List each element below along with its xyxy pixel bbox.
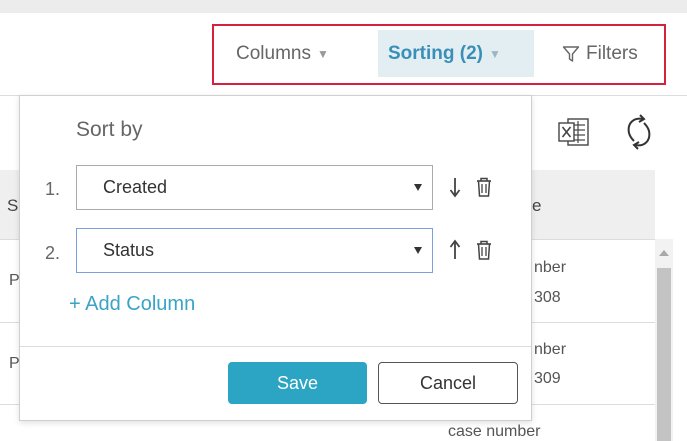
add-column-link[interactable]: + Add Column xyxy=(69,293,195,316)
table-cell: nber xyxy=(534,259,567,276)
column-header[interactable]: S xyxy=(7,196,18,216)
sort-rule-index: 1. xyxy=(45,179,61,199)
sort-descending-icon[interactable] xyxy=(448,176,462,203)
chevron-down-icon xyxy=(414,184,422,191)
scroll-up-arrow-icon[interactable] xyxy=(659,250,669,256)
filters-button[interactable]: Filters xyxy=(562,30,638,77)
sort-field-value: Created xyxy=(103,177,168,197)
table-cell: 309 xyxy=(534,370,561,387)
panel-divider xyxy=(20,346,531,347)
table-cell: 308 xyxy=(534,289,561,306)
sorting-label: Sorting (2) xyxy=(388,42,483,64)
caret-down-icon: ▼ xyxy=(489,46,501,61)
sort-panel: Sort by 1. Created 2. Status + Add Colum… xyxy=(19,95,532,421)
column-header[interactable]: e xyxy=(532,196,541,216)
filters-label: Filters xyxy=(586,42,638,64)
caret-down-icon: ▼ xyxy=(316,46,329,61)
trash-icon[interactable] xyxy=(475,239,493,266)
scrollbar-thumb[interactable] xyxy=(657,268,671,441)
sorting-button[interactable]: Sorting (2) ▼ xyxy=(378,30,534,77)
top-strip xyxy=(0,0,687,13)
refresh-icon[interactable] xyxy=(622,113,656,156)
columns-label: Columns xyxy=(236,42,311,64)
trash-icon[interactable] xyxy=(475,176,493,203)
columns-button[interactable]: Columns ▼ xyxy=(236,30,329,77)
cancel-button[interactable]: Cancel xyxy=(378,362,518,404)
sort-rule-index: 2. xyxy=(45,243,61,263)
save-button[interactable]: Save xyxy=(228,362,367,404)
funnel-icon xyxy=(562,45,580,63)
sort-ascending-icon[interactable] xyxy=(448,239,462,266)
sort-field-select[interactable]: Created xyxy=(76,165,433,210)
table-cell: case number xyxy=(448,423,541,440)
sort-field-select[interactable]: Status xyxy=(76,228,433,273)
table-cell: nber xyxy=(534,341,567,358)
sort-field-value: Status xyxy=(103,240,155,260)
chevron-down-icon xyxy=(414,247,422,254)
sort-panel-title: Sort by xyxy=(76,118,143,141)
excel-export-icon[interactable] xyxy=(556,115,594,154)
